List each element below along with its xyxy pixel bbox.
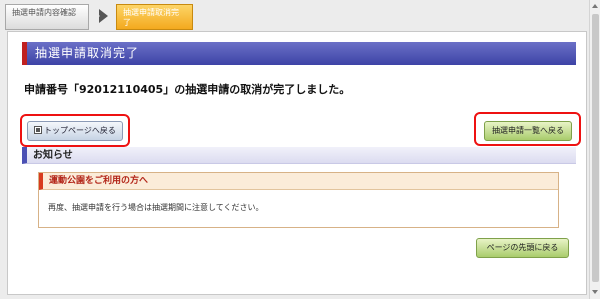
notice-box-title: 運動公園をご利用の方へ xyxy=(39,173,558,190)
vertical-scrollbar[interactable] xyxy=(589,0,600,299)
chevron-right-icon xyxy=(95,9,108,23)
scroll-thumb[interactable] xyxy=(592,14,599,282)
step-complete: 抽選申請取消完了 xyxy=(116,4,193,30)
main-panel: 抽選申請取消完了 申請番号「92012110405」の抽選申請の取消が完了しまし… xyxy=(7,31,587,295)
step-confirm: 抽選申請内容確認 xyxy=(5,4,89,30)
page-top-button[interactable]: ページの先頭に戻る xyxy=(476,238,569,258)
completion-message: 申請番号「92012110405」の抽選申請の取消が完了しました。 xyxy=(24,83,351,96)
notice-box-body: 再度、抽選申請を行う場合は抽選期間に注意してください。 xyxy=(48,203,264,212)
top-page-button[interactable]: トップページへ戻る xyxy=(27,121,123,141)
lottery-list-button[interactable]: 抽選申請一覧へ戻る xyxy=(484,121,572,141)
scroll-up-icon[interactable] xyxy=(591,2,600,11)
notice-heading: お知らせ xyxy=(22,147,576,164)
page-title: 抽選申請取消完了 xyxy=(22,42,576,65)
notice-box: 運動公園をご利用の方へ 再度、抽選申請を行う場合は抽選期間に注意してください。 xyxy=(38,172,559,228)
scroll-down-icon[interactable] xyxy=(591,288,600,297)
home-icon xyxy=(34,126,42,134)
top-page-button-label: トップページへ戻る xyxy=(44,126,116,135)
